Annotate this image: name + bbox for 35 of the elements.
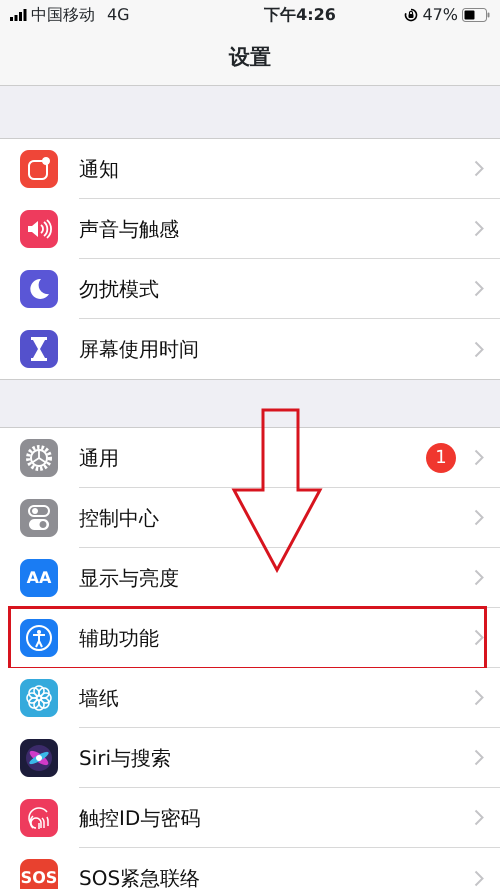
chevron-icon (474, 870, 484, 886)
page-title: 设置 (229, 44, 271, 71)
chevron-icon (474, 689, 484, 706)
battery-icon (462, 8, 490, 22)
row-label: 辅助功能 (79, 624, 160, 652)
chevron-icon (474, 569, 484, 586)
app-icon: AA (20, 559, 58, 597)
chevron-icon (474, 280, 484, 297)
chevron-icon (474, 809, 484, 826)
rotation-lock-icon (404, 8, 418, 22)
network-type: 4G (107, 4, 130, 26)
row-label: 控制中心 (79, 504, 160, 532)
chevron-icon (474, 160, 484, 177)
row-label: Siri与搜索 (79, 744, 172, 772)
chevron-icon (474, 629, 484, 646)
row-label: 触控ID与密码 (79, 804, 202, 832)
chevron-icon (474, 340, 484, 358)
row-label: 显示与亮度 (79, 564, 180, 592)
row-label: 通知 (79, 156, 120, 182)
chevron-icon (474, 220, 484, 237)
chevron-icon (474, 449, 484, 466)
row-label: 勿扰模式 (79, 276, 160, 302)
notification-badge: 1 (426, 442, 456, 472)
battery-percent: 47% (422, 4, 458, 26)
row-label: SOS紧急联络 (79, 865, 202, 889)
row-label: 屏幕使用时间 (79, 336, 200, 363)
clock-time: 下午4:26 (263, 4, 337, 26)
chevron-icon (474, 749, 484, 766)
row-label: 声音与触感 (79, 216, 180, 242)
row-label: 通用 (79, 444, 120, 472)
app-icon: SOS (20, 859, 58, 889)
chevron-icon (474, 509, 484, 526)
signal-icon (10, 9, 27, 21)
carrier-name: 中国移动 (31, 4, 95, 26)
row-label: 墙纸 (79, 684, 120, 712)
